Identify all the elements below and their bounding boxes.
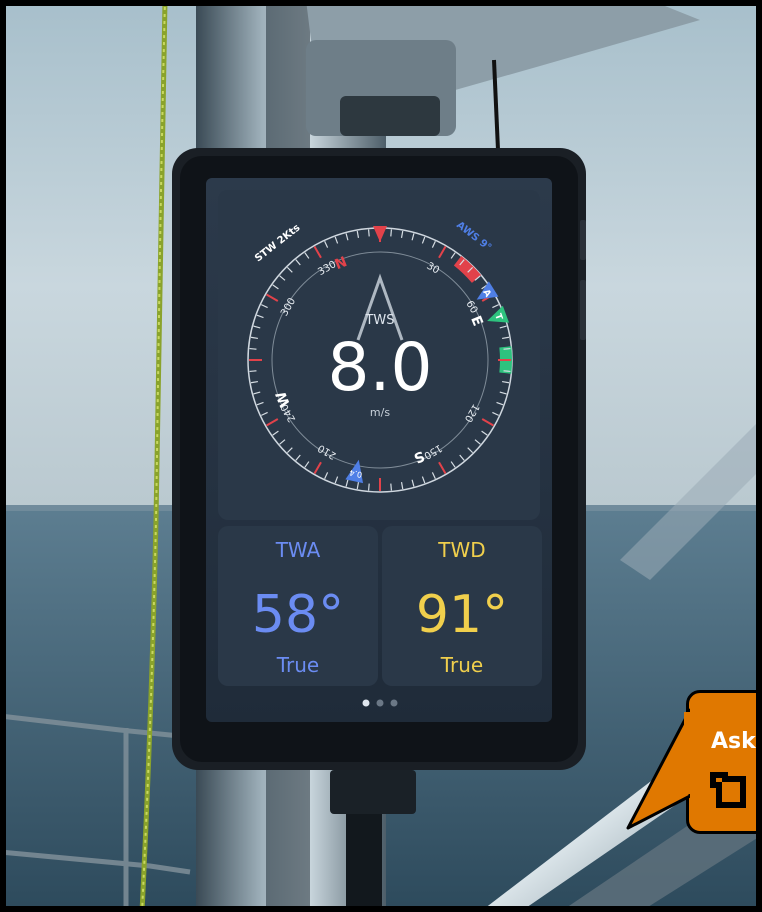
tws-unit: m/s: [370, 406, 390, 419]
pager-dot[interactable]: [390, 699, 398, 707]
pager-dot[interactable]: [362, 699, 370, 707]
ask-bubble-tail: [626, 708, 690, 830]
twd-value: 91°: [416, 585, 508, 645]
tws-value: 8.0: [328, 329, 433, 406]
pager-dot[interactable]: [376, 699, 384, 707]
scene: 30 60 120 150 210 240 300 330 N E S W A T 0.4 STW 2Kts A…: [0, 0, 762, 912]
compass-tick: [249, 347, 257, 350]
tws-label: TWS: [364, 313, 394, 328]
bracket-icon: [710, 772, 746, 808]
compass-tick: [503, 370, 511, 373]
twd-title: TWD: [437, 538, 485, 562]
pager[interactable]: [362, 699, 398, 707]
ask-button[interactable]: Ask: [686, 690, 762, 834]
twa-value: 58°: [252, 585, 344, 645]
compass-tick: [367, 229, 370, 237]
compass-tick: [390, 483, 393, 491]
wind-tile-twa[interactable]: TWA 58° True: [218, 526, 378, 686]
twd-subtitle: True: [440, 653, 483, 677]
wind-tile-twd[interactable]: TWD 91° True: [382, 526, 542, 686]
twa-subtitle: True: [276, 653, 319, 677]
compass-tick: [367, 483, 370, 491]
twa-title: TWA: [275, 538, 321, 562]
compass-tick: [503, 347, 511, 350]
ask-label: Ask: [711, 729, 756, 754]
compass-tick: [249, 370, 257, 373]
compass-tick: [390, 229, 393, 237]
